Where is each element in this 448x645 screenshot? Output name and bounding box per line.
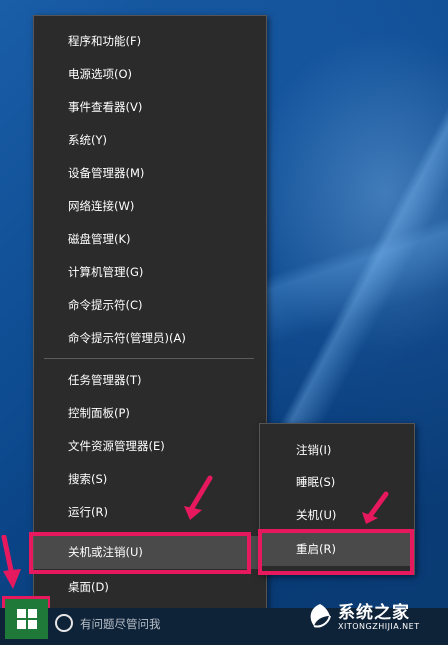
winx-context-menu: 程序和功能(F) 电源选项(O) 事件查看器(V) 系统(Y) 设备管理器(M)…	[33, 15, 267, 612]
watermark-logo-icon	[310, 604, 331, 628]
pointer-arrow-icon	[1, 535, 21, 589]
search-box-placeholder[interactable]: 有问题尽管问我	[80, 616, 161, 632]
menu-item-device-manager[interactable]: 设备管理器(M)	[34, 157, 266, 190]
highlight-box-shutdown-signout	[29, 532, 251, 574]
menu-separator	[44, 358, 254, 359]
highlight-box-restart	[258, 529, 414, 575]
menu-item-computer-management[interactable]: 计算机管理(G)	[34, 256, 266, 289]
menu-item-event-viewer[interactable]: 事件查看器(V)	[34, 91, 266, 124]
submenu-item-sleep[interactable]: 睡眠(S)	[260, 466, 414, 499]
start-button[interactable]	[5, 599, 48, 639]
watermark-site: XITONGZHIJIA.NET	[338, 622, 420, 631]
submenu-item-signout[interactable]: 注销(I)	[260, 434, 414, 467]
pointer-arrow-icon	[362, 491, 389, 524]
menu-item-disk-management[interactable]: 磁盘管理(K)	[34, 223, 266, 256]
menu-item-desktop[interactable]: 桌面(D)	[34, 571, 266, 604]
windows-logo-icon	[17, 609, 37, 629]
menu-item-network-connections[interactable]: 网络连接(W)	[34, 190, 266, 223]
pointer-arrow-icon	[184, 475, 213, 520]
cortana-icon[interactable]	[55, 614, 73, 632]
watermark-name: 系统之家	[338, 603, 410, 623]
menu-item-command-prompt[interactable]: 命令提示符(C)	[34, 289, 266, 322]
submenu-item-shutdown[interactable]: 关机(U)	[260, 499, 414, 532]
menu-item-control-panel[interactable]: 控制面板(P)	[34, 397, 266, 430]
menu-item-system[interactable]: 系统(Y)	[34, 124, 266, 157]
menu-item-search[interactable]: 搜索(S)	[34, 463, 266, 496]
menu-item-run[interactable]: 运行(R)	[34, 496, 266, 529]
watermark: 系统之家 XITONGZHIJIA.NET	[306, 598, 436, 638]
menu-item-file-explorer[interactable]: 文件资源管理器(E)	[34, 430, 266, 463]
menu-item-task-manager[interactable]: 任务管理器(T)	[34, 364, 266, 397]
menu-item-programs-features[interactable]: 程序和功能(F)	[34, 25, 266, 58]
menu-item-command-prompt-admin[interactable]: 命令提示符(管理员)(A)	[34, 322, 266, 355]
menu-item-power-options[interactable]: 电源选项(O)	[34, 58, 266, 91]
